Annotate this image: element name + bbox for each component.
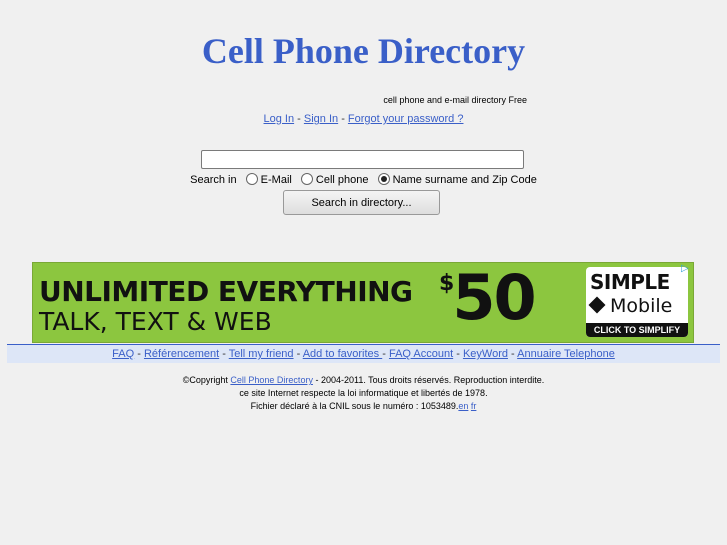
ad-banner[interactable]: UNLIMITED EVERYTHING TALK, TEXT & WEB $5…: [32, 262, 694, 343]
signin-link[interactable]: Sign In: [304, 113, 338, 125]
radio-email[interactable]: [245, 173, 258, 185]
nav-annuaire[interactable]: Annuaire Telephone: [517, 348, 615, 360]
separator: -: [338, 113, 348, 125]
separator: -: [382, 348, 389, 360]
ad-cta[interactable]: CLICK TO SIMPLIFY: [586, 323, 688, 337]
ad-logo[interactable]: SIMPLE Mobile CLICK TO SIMPLIFY: [586, 267, 688, 337]
nav-tell-friend[interactable]: Tell my friend: [229, 348, 294, 360]
radio-name-zip[interactable]: [377, 173, 390, 185]
login-link[interactable]: Log In: [264, 113, 295, 125]
copyright-suffix: - 2004-2011. Tous droits réservés. Repro…: [312, 375, 545, 385]
ad-headline: UNLIMITED EVERYTHING: [39, 275, 413, 308]
nav-faq-account[interactable]: FAQ Account: [389, 348, 453, 360]
nav-referencement[interactable]: Référencement: [144, 348, 219, 360]
separator: -: [507, 348, 518, 360]
ad-subheadline: TALK, TEXT & WEB: [39, 307, 272, 336]
ad-brand: SIMPLE: [590, 270, 670, 294]
ad-brand-sub: Mobile: [610, 295, 673, 317]
copyright-line1: ©Copyright Cell Phone Directory - 2004-2…: [0, 374, 727, 387]
footer-nav: FAQ - Référencement - Tell my friend - A…: [7, 344, 720, 363]
separator: -: [219, 348, 229, 360]
nav-faq[interactable]: FAQ: [112, 348, 134, 360]
radio-cellphone-label[interactable]: Cell phone: [316, 174, 369, 186]
separator: -: [293, 348, 303, 360]
ad-price-value: 50: [452, 262, 536, 334]
cnil-text: Fichier déclaré à la CNIL sous le numéro…: [250, 401, 459, 411]
forgot-password-link[interactable]: Forgot your password ?: [348, 113, 464, 125]
copyright-line2: ce site Internet respecte la loi informa…: [239, 388, 488, 398]
auth-links: Log In - Sign In - Forgot your password …: [0, 113, 727, 125]
radio-name-zip-label[interactable]: Name surname and Zip Code: [393, 174, 537, 186]
copyright: ©Copyright Cell Phone Directory - 2004-2…: [0, 374, 727, 413]
nav-add-favorites[interactable]: Add to favorites: [303, 348, 383, 360]
separator: -: [294, 113, 304, 125]
lang-en-link[interactable]: en: [458, 401, 468, 411]
nav-keyword[interactable]: KeyWord: [463, 348, 508, 360]
copyright-line3: Fichier déclaré à la CNIL sous le numéro…: [0, 400, 727, 413]
radio-email-label[interactable]: E-Mail: [261, 174, 292, 186]
ad-price: $50: [439, 267, 537, 329]
page-title: Cell Phone Directory: [201, 31, 526, 71]
lang-fr-link[interactable]: fr: [471, 401, 477, 411]
ad-choices-icon[interactable]: ▷: [681, 264, 691, 274]
separator: -: [453, 348, 463, 360]
tagline: cell phone and e-mail directory Free: [383, 95, 527, 105]
copyright-link[interactable]: Cell Phone Directory: [230, 375, 313, 385]
radio-cellphone[interactable]: [300, 173, 313, 185]
ad-currency: $: [439, 271, 454, 296]
diamond-icon: [588, 296, 606, 314]
search-in-label: Search in: [190, 174, 237, 186]
search-input[interactable]: [201, 150, 524, 169]
search-options: Search in E-Mail Cell phone Name surname…: [0, 173, 727, 186]
copyright-prefix: ©Copyright: [182, 375, 231, 385]
search-button[interactable]: Search in directory...: [283, 190, 440, 215]
separator: -: [134, 348, 144, 360]
